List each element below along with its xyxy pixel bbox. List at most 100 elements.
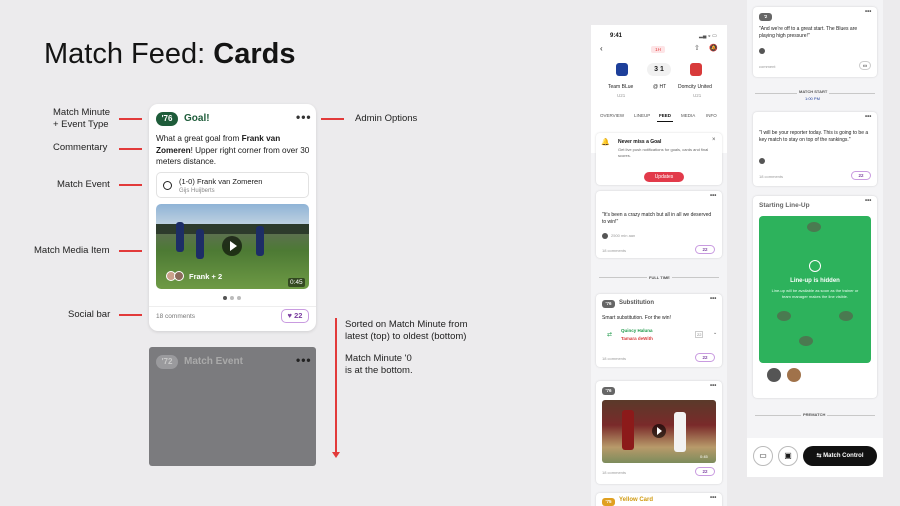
admin-options-button[interactable]: ••• (710, 296, 716, 302)
admin-options-button[interactable]: ••• (710, 495, 716, 501)
feed-card-comment[interactable]: ••• "I will be your reporter today. This… (753, 112, 877, 186)
like-button[interactable]: 22 (851, 171, 871, 180)
bell-off-icon[interactable]: 🔕 (709, 44, 718, 52)
avatar (602, 233, 608, 239)
home-team-sub: U21 (617, 93, 626, 98)
hidden-text: Line-up will be available as soon as the… (771, 288, 859, 299)
tab-media[interactable]: MEDIA (681, 113, 695, 118)
avatar (767, 368, 781, 382)
active-tab-indicator (657, 121, 673, 122)
comment-text: "And we're off to a great start. The Blu… (759, 26, 858, 39)
carousel-dot[interactable] (230, 296, 234, 300)
sort-note-1: Sorted on Match Minute from (345, 319, 468, 330)
player-figure (674, 412, 686, 452)
admin-options-button[interactable]: ••• (296, 110, 312, 124)
goal-card[interactable]: '76 Goal! ••• What a great goal from Fra… (149, 104, 316, 331)
tab-lineup[interactable]: LINEUP (634, 113, 650, 118)
match-media[interactable]: 0:45 (602, 400, 716, 463)
share-icon[interactable]: ⇧ (694, 44, 700, 52)
comment-icon[interactable]: ▭ (859, 61, 871, 70)
media-duration: 0:45 (700, 454, 708, 459)
event-type: Yellow Card (619, 497, 654, 503)
like-button[interactable]: ♥ 22 (281, 309, 309, 323)
ball-icon (163, 181, 172, 190)
back-icon[interactable]: ‹ (600, 44, 603, 53)
chevron-down-icon[interactable]: ⌄ (713, 330, 717, 336)
play-icon[interactable] (652, 424, 666, 438)
label-event-type: + Event Type (53, 119, 109, 130)
like-button[interactable]: 22 (695, 467, 715, 476)
player-figure (622, 410, 634, 450)
admin-options-button[interactable]: ••• (865, 198, 871, 204)
match-event[interactable]: (1-0) Frank van Zomeren Gijs Huijberts (156, 172, 309, 198)
carousel-dot[interactable] (237, 296, 241, 300)
pointer-line (321, 118, 344, 120)
shirt-number: 22 (695, 331, 704, 338)
play-icon[interactable] (222, 236, 242, 256)
admin-options-button[interactable]: ••• (710, 383, 716, 389)
score-display: 3 1 (647, 63, 671, 76)
comments-link[interactable]: 18 comments (602, 356, 626, 361)
label-match-media: Match Media Item (34, 245, 110, 256)
like-button[interactable]: 22 (695, 245, 715, 254)
carousel-dot[interactable] (223, 296, 227, 300)
player-out: Tamara deWith (621, 336, 653, 341)
tab-feed[interactable]: FEED (659, 113, 671, 118)
player-figure (176, 222, 184, 252)
admin-options-button[interactable]: ••• (710, 193, 716, 199)
feed-card-media[interactable]: '76 ••• 0:45 18 comments 22 (596, 381, 722, 484)
avatar (759, 48, 765, 54)
match-status: @ HT (653, 84, 667, 90)
video-icon[interactable]: ▭ (753, 446, 773, 466)
label-match-minute: Match Minute (53, 107, 111, 118)
phone-admin-feed: '2 ••• "And we're off to a great start. … (747, 0, 883, 477)
comments-link[interactable]: 18 comments (602, 470, 626, 475)
match-media[interactable]: Frank + 2 0:45 (156, 204, 309, 289)
comment-text: "I will be your reporter today. This is … (759, 130, 869, 143)
match-control-button[interactable]: ⇆ Match Control (803, 446, 877, 466)
feed-card-yellow[interactable]: '75 Yellow Card ••• (596, 493, 722, 506)
commentary: What a great goal from Frank van Zomeren… (156, 134, 310, 166)
page-title: Match Feed: Cards (44, 38, 296, 70)
assist: Gijs Huijberts (179, 188, 215, 194)
comments-link[interactable]: 18 comments (759, 174, 783, 179)
lineup-card[interactable]: Starting Line-Up ••• Line-up is hidden L… (753, 196, 877, 398)
comment-author: 2500 min aan (611, 233, 636, 238)
comments-link[interactable]: 18 comments (156, 313, 195, 320)
notification-banner: 🔔 Never miss a Goal × Get live push noti… (596, 133, 722, 185)
avatar (174, 271, 184, 281)
scorer: Frank van Zomeren (196, 177, 263, 186)
event-label: Match Event (184, 356, 243, 367)
arrow-head-icon (332, 452, 340, 458)
match-event-card-placeholder[interactable]: '72 Match Event ••• (149, 347, 316, 466)
minute-badge: '72 (156, 355, 178, 369)
tab-info[interactable]: INFO (706, 113, 717, 118)
feed-card-substitution[interactable]: '76 Substitution ••• Smart substitution.… (596, 294, 722, 367)
status-time: 9:41 (610, 33, 623, 39)
like-button[interactable]: 22 (695, 353, 715, 362)
phone-feed: 9:41 ▂▄ ◒ ▭ ‹ 1H ⇧ 🔕 3 1 Team BLue U21 @… (591, 25, 727, 506)
admin-bottom-bar: ▭ ▣ ⇆ Match Control (747, 438, 883, 477)
notif-title: Never miss a Goal (618, 139, 662, 145)
admin-options-button[interactable]: ••• (865, 114, 871, 120)
prematch-divider: PREMATCH (801, 412, 828, 417)
pointer-line (119, 148, 142, 150)
updates-button[interactable]: Updates (644, 172, 684, 182)
image-icon[interactable]: ▣ (778, 446, 798, 466)
label-match-event: Match Event (57, 179, 110, 190)
admin-options-button[interactable]: ••• (865, 9, 871, 15)
close-icon[interactable]: × (712, 137, 716, 143)
comments-link[interactable]: comment (759, 64, 775, 69)
admin-options-button[interactable]: ••• (296, 353, 312, 367)
comments-link[interactable]: 18 comments (602, 248, 626, 253)
home-team: Team BLue (608, 84, 634, 90)
score: (1-0) (179, 177, 195, 186)
hidden-eye-icon (809, 260, 821, 272)
full-time-divider: FULL TIME (647, 275, 672, 280)
comment-text: "It's been a crazy match but all in all … (602, 212, 712, 225)
feed-card-comment[interactable]: '2 ••• "And we're off to a great start. … (753, 7, 877, 77)
tab-overview[interactable]: OVERVIEW (600, 113, 624, 118)
avatar (759, 158, 765, 164)
event-type: Substitution (619, 300, 654, 306)
feed-card-comment[interactable]: ••• "It's been a crazy match but all in … (596, 191, 722, 258)
